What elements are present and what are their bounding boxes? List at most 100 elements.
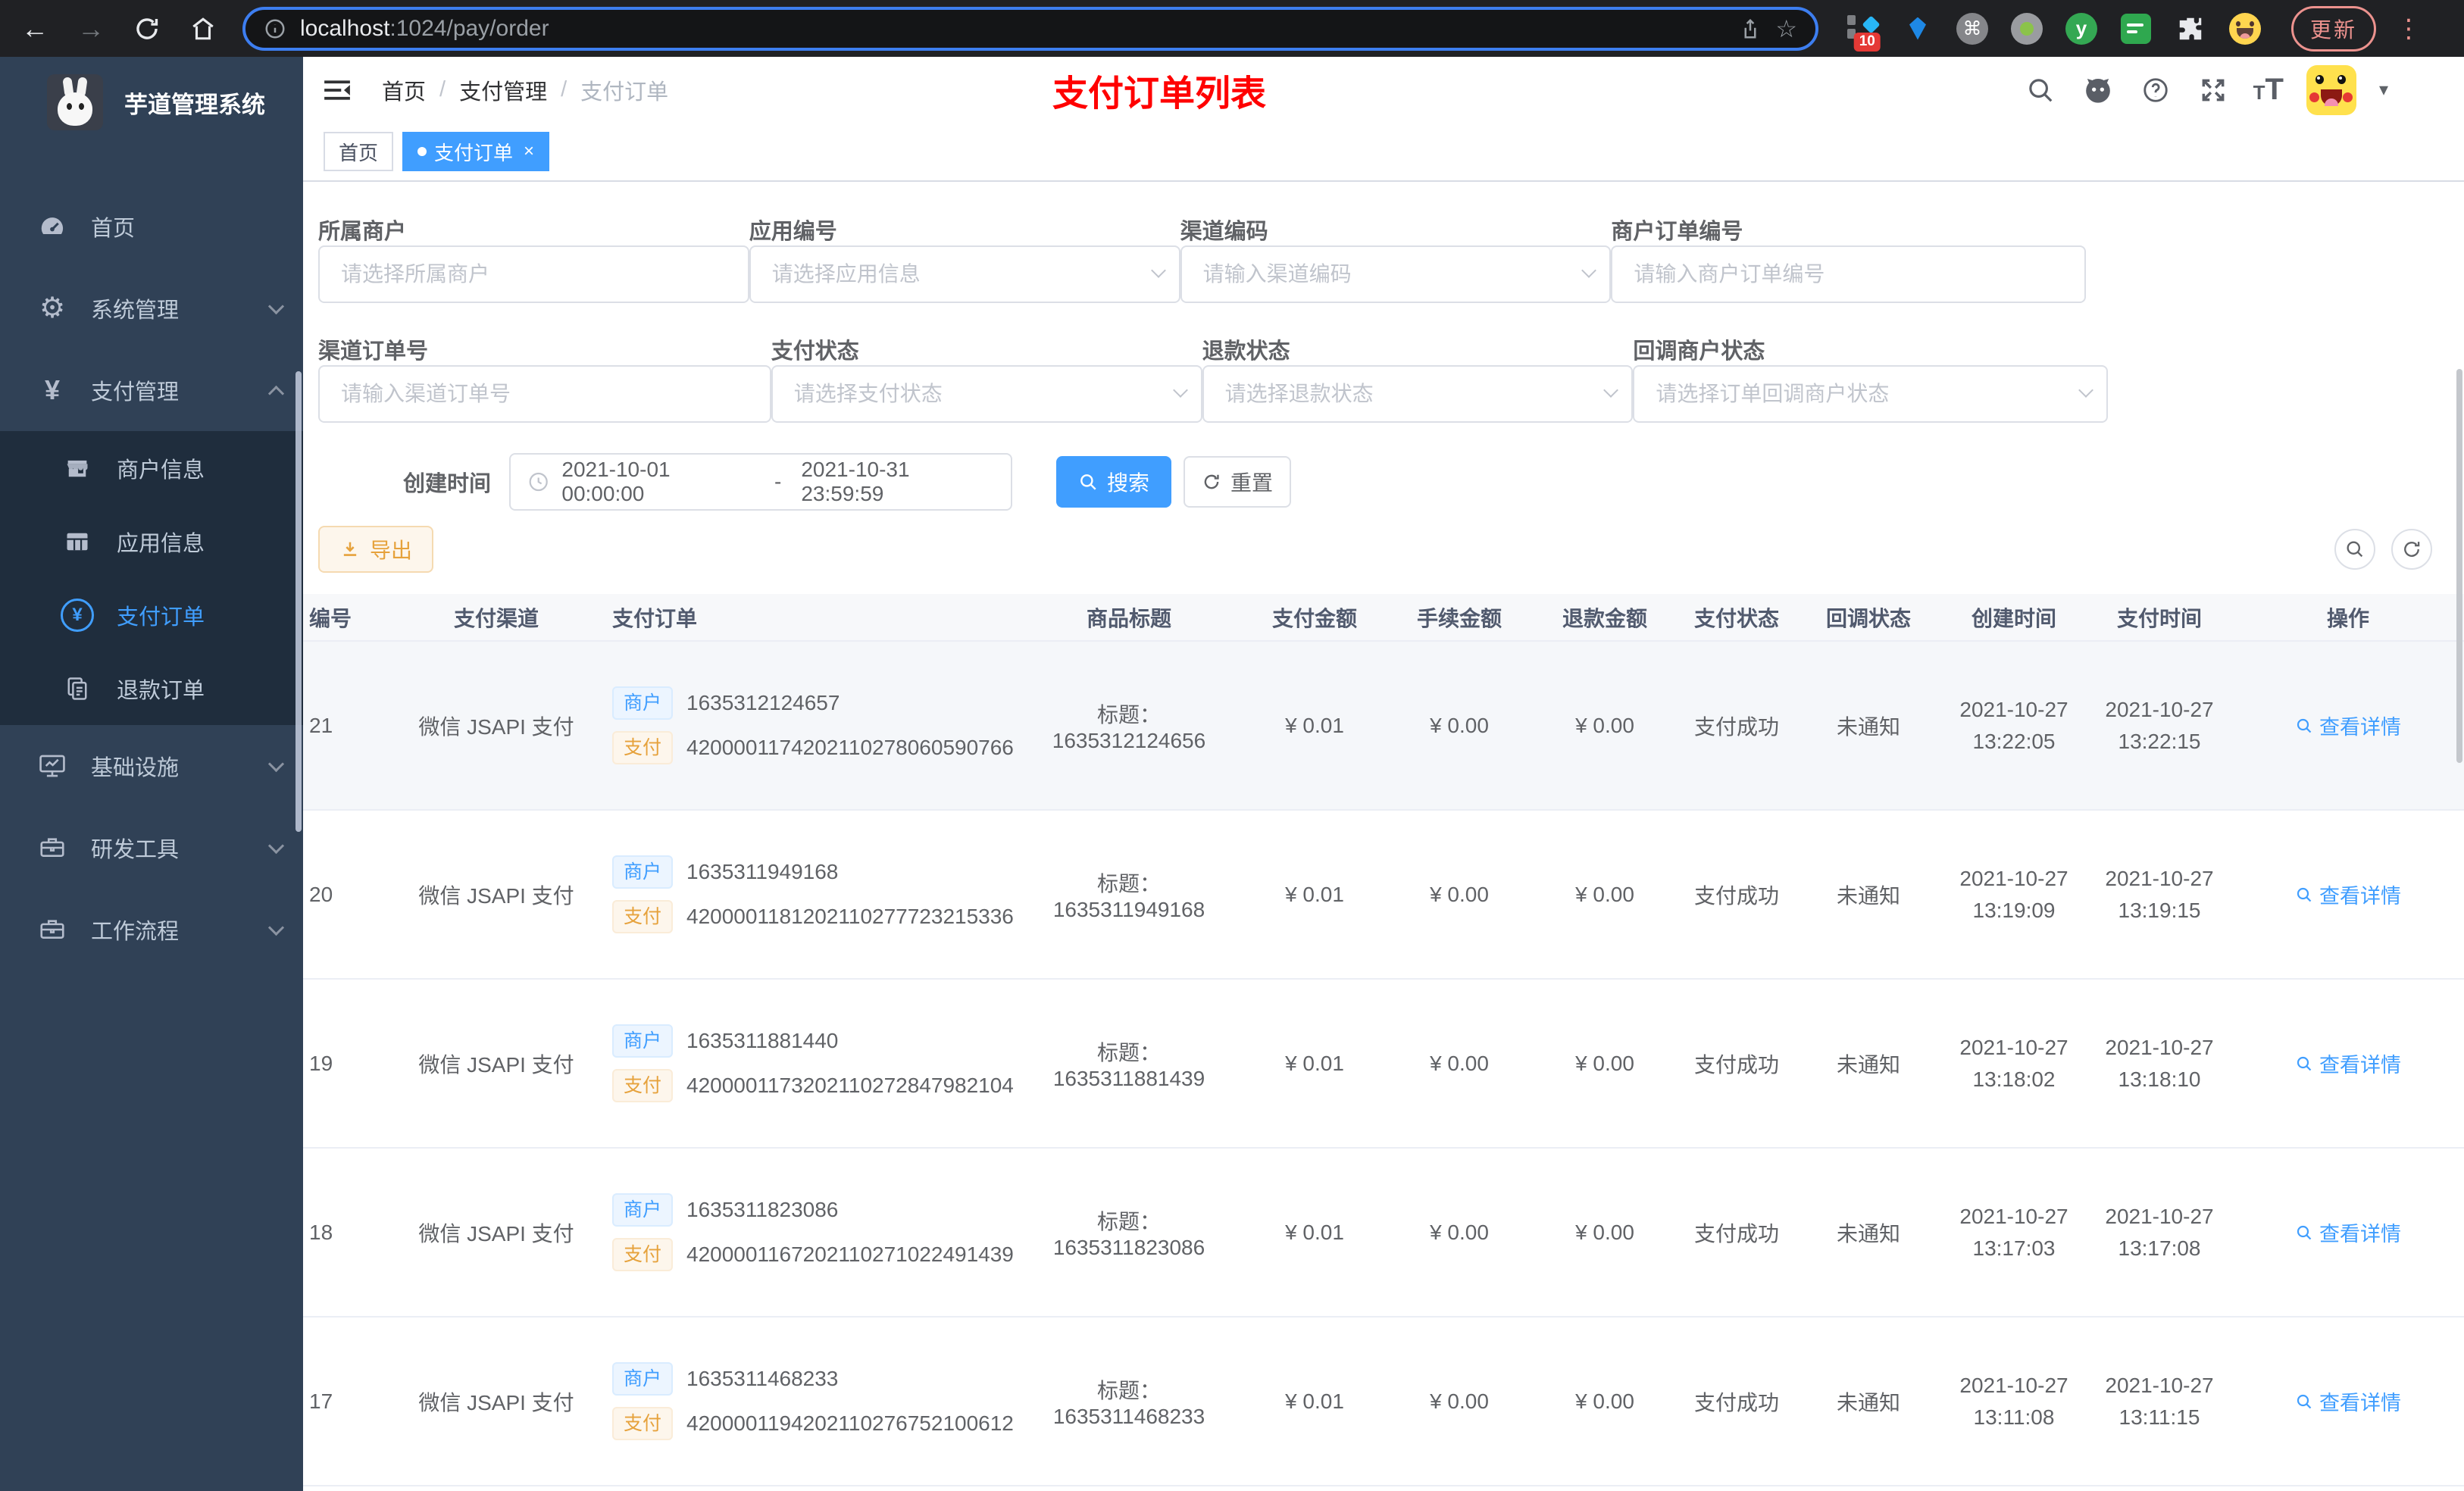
emoji-extension-icon[interactable] bbox=[2228, 9, 2262, 48]
cell-refund-amount: ¥ 0.00 bbox=[1532, 1317, 1678, 1486]
sketch-extension-icon[interactable]: 10 bbox=[1846, 9, 1881, 52]
sidebar-item-dev-tools[interactable]: 研发工具 bbox=[0, 807, 303, 889]
fullscreen-icon[interactable] bbox=[2196, 73, 2231, 108]
sidebar-scrollbar[interactable] bbox=[295, 371, 302, 832]
cell-pay-order: 商户 1635311823086 支付 4200001167202110271022… bbox=[606, 1148, 1015, 1318]
bookmark-star-icon[interactable]: ☆ bbox=[1775, 14, 1797, 43]
tag-pay-order[interactable]: 支付订单 × bbox=[402, 132, 550, 171]
sidebar-item-refund-order[interactable]: 退款订单 bbox=[0, 652, 303, 725]
chat-extension-icon[interactable] bbox=[2118, 9, 2153, 48]
channel-order-no-input[interactable] bbox=[318, 365, 771, 423]
github-icon[interactable] bbox=[2081, 73, 2115, 108]
yen-icon: ¥ bbox=[44, 374, 61, 405]
create-time-range-picker[interactable]: 2021-10-01 00:00:00 - 2021-10-31 23:59:5… bbox=[509, 453, 1012, 511]
col-create-time: 创建时间 bbox=[1941, 594, 2087, 642]
cell-pay-time: 2021-10-27 13:17:08 bbox=[2087, 1148, 2232, 1318]
refresh-table-button[interactable] bbox=[2391, 529, 2432, 570]
recorder-extension-icon[interactable] bbox=[2009, 9, 2044, 48]
forward-icon[interactable]: → bbox=[73, 11, 109, 47]
channel-code-input[interactable] bbox=[1180, 245, 1612, 303]
sidebar-item-app-info[interactable]: 应用信息 bbox=[0, 505, 303, 578]
table-row: 18 微信 JSAPI 支付 商户 1635311823086 支付 4200001… bbox=[303, 1148, 2464, 1318]
cell-actions: 查看详情 bbox=[2232, 979, 2464, 1149]
sidebar-item-merchant-info[interactable]: 商户信息 bbox=[0, 431, 303, 505]
merchant-order-no-input[interactable] bbox=[1611, 245, 2087, 303]
info-icon[interactable] bbox=[264, 17, 286, 40]
app-select[interactable] bbox=[749, 245, 1180, 303]
share-icon[interactable] bbox=[1739, 17, 1762, 40]
cell-pay-amount: ¥ 0.01 bbox=[1243, 979, 1387, 1149]
sidebar-item-system[interactable]: ⚙ 系统管理 bbox=[0, 267, 303, 349]
briefcase-icon bbox=[35, 915, 70, 944]
notify-status-select[interactable] bbox=[1633, 365, 2109, 423]
view-detail-link[interactable]: 查看详情 bbox=[2295, 1386, 2401, 1416]
view-detail-link[interactable]: 查看详情 bbox=[2295, 1217, 2401, 1247]
sidebar-item-infrastructure[interactable]: 基础设施 bbox=[0, 725, 303, 807]
sidebar-fold-icon[interactable] bbox=[323, 73, 356, 107]
cell-create-time: 2021-10-27 13:11:08 bbox=[1941, 1317, 2087, 1486]
logo-image bbox=[47, 74, 103, 130]
search-icon bbox=[1080, 474, 1096, 490]
sidebar-item-payment[interactable]: ¥ 支付管理 bbox=[0, 349, 303, 431]
top-navbar: 首页 / 支付管理 / 支付订单 支付订单列表 TT ▾ bbox=[303, 57, 2464, 123]
col-refund-amount: 退款金额 bbox=[1532, 594, 1678, 642]
breadcrumb-payment: 支付管理 bbox=[459, 80, 548, 105]
sidebar-item-home[interactable]: 首页 bbox=[0, 186, 303, 267]
cell-pay-order: 商户 1635312124657 支付 4200001174202110278060… bbox=[606, 641, 1015, 811]
sidebar-item-workflow[interactable]: 工作流程 bbox=[0, 889, 303, 971]
table-row: 17 微信 JSAPI 支付 商户 1635311468233 支付 4200001… bbox=[303, 1317, 2464, 1486]
cell-create-time: 2021-10-27 13:17:03 bbox=[1941, 1148, 2087, 1318]
cell-channel: 微信 JSAPI 支付 bbox=[386, 979, 606, 1149]
breadcrumb-home[interactable]: 首页 bbox=[382, 74, 426, 106]
cell-actions: 查看详情 bbox=[2232, 1486, 2464, 1491]
pay-status-select[interactable] bbox=[771, 365, 1202, 423]
dashboard-icon bbox=[35, 212, 70, 241]
show-search-toggle-button[interactable] bbox=[2334, 529, 2375, 570]
avatar-caret-icon[interactable]: ▾ bbox=[2379, 79, 2388, 101]
export-button[interactable]: 导出 bbox=[318, 526, 434, 573]
cell-id: 17 bbox=[303, 1317, 386, 1486]
update-button[interactable]: 更新 bbox=[2291, 5, 2377, 52]
search-icon[interactable] bbox=[2023, 73, 2058, 108]
window-scrollbar[interactable] bbox=[2456, 369, 2462, 763]
puzzle-extensions-icon[interactable] bbox=[2173, 9, 2208, 48]
browser-menu-icon[interactable]: ⋮ bbox=[2396, 14, 2422, 44]
toolbox-icon bbox=[35, 833, 70, 862]
col-channel: 支付渠道 bbox=[386, 594, 606, 642]
search-icon bbox=[2347, 541, 2363, 558]
y-extension-icon[interactable]: y bbox=[2064, 9, 2099, 48]
merchant-select[interactable] bbox=[318, 245, 749, 303]
cell-create-time bbox=[1941, 1486, 2087, 1491]
cell-refund-amount: ¥ 0.00 bbox=[1532, 979, 1678, 1149]
reset-button[interactable]: 重置 bbox=[1184, 456, 1291, 508]
pay-tag: 支付 bbox=[612, 1069, 674, 1102]
view-detail-link[interactable]: 查看详情 bbox=[2295, 1049, 2401, 1078]
cell-pay-status: 支付成功 bbox=[1678, 979, 1796, 1149]
chevron-down-icon bbox=[267, 837, 285, 854]
reload-icon[interactable] bbox=[129, 11, 165, 47]
home-icon[interactable] bbox=[185, 11, 221, 47]
cell-pay-amount bbox=[1243, 1486, 1387, 1491]
cell-fee-amount: ¥ 0.00 bbox=[1387, 810, 1532, 980]
refund-status-select[interactable] bbox=[1202, 365, 1634, 423]
view-detail-link[interactable]: 查看详情 bbox=[2295, 711, 2401, 740]
grid-icon bbox=[58, 528, 97, 555]
cell-pay-order: 商户1635311351796 支付 bbox=[606, 1486, 1015, 1491]
tag-home[interactable]: 首页 bbox=[324, 132, 394, 171]
back-icon[interactable]: ← bbox=[17, 11, 53, 47]
help-icon[interactable] bbox=[2138, 73, 2173, 108]
search-button[interactable]: 搜索 bbox=[1056, 456, 1171, 508]
sidebar-menu: 首页 ⚙ 系统管理 ¥ 支付管理 商户信息 应用信息 ¥ 支付订单 退款订单 基… bbox=[0, 186, 303, 971]
sidebar-item-pay-order[interactable]: ¥ 支付订单 bbox=[0, 578, 303, 652]
font-size-icon[interactable]: TT bbox=[2253, 73, 2284, 107]
close-icon[interactable]: × bbox=[524, 141, 534, 162]
cell-id: 20 bbox=[303, 810, 386, 980]
avatar[interactable] bbox=[2306, 64, 2356, 115]
view-detail-link[interactable]: 查看详情 bbox=[2295, 880, 2401, 909]
command-extension-icon[interactable]: ⌘ bbox=[1955, 9, 1990, 48]
cell-pay-status: 支付成功 bbox=[1678, 641, 1796, 811]
cell-pay-status: 支付成功 bbox=[1678, 1148, 1796, 1318]
merchant-tag: 商户 bbox=[612, 1193, 674, 1227]
url-bar[interactable]: localhost:1024/pay/order ☆ bbox=[242, 6, 1818, 51]
gem-extension-icon[interactable] bbox=[1900, 9, 1935, 48]
